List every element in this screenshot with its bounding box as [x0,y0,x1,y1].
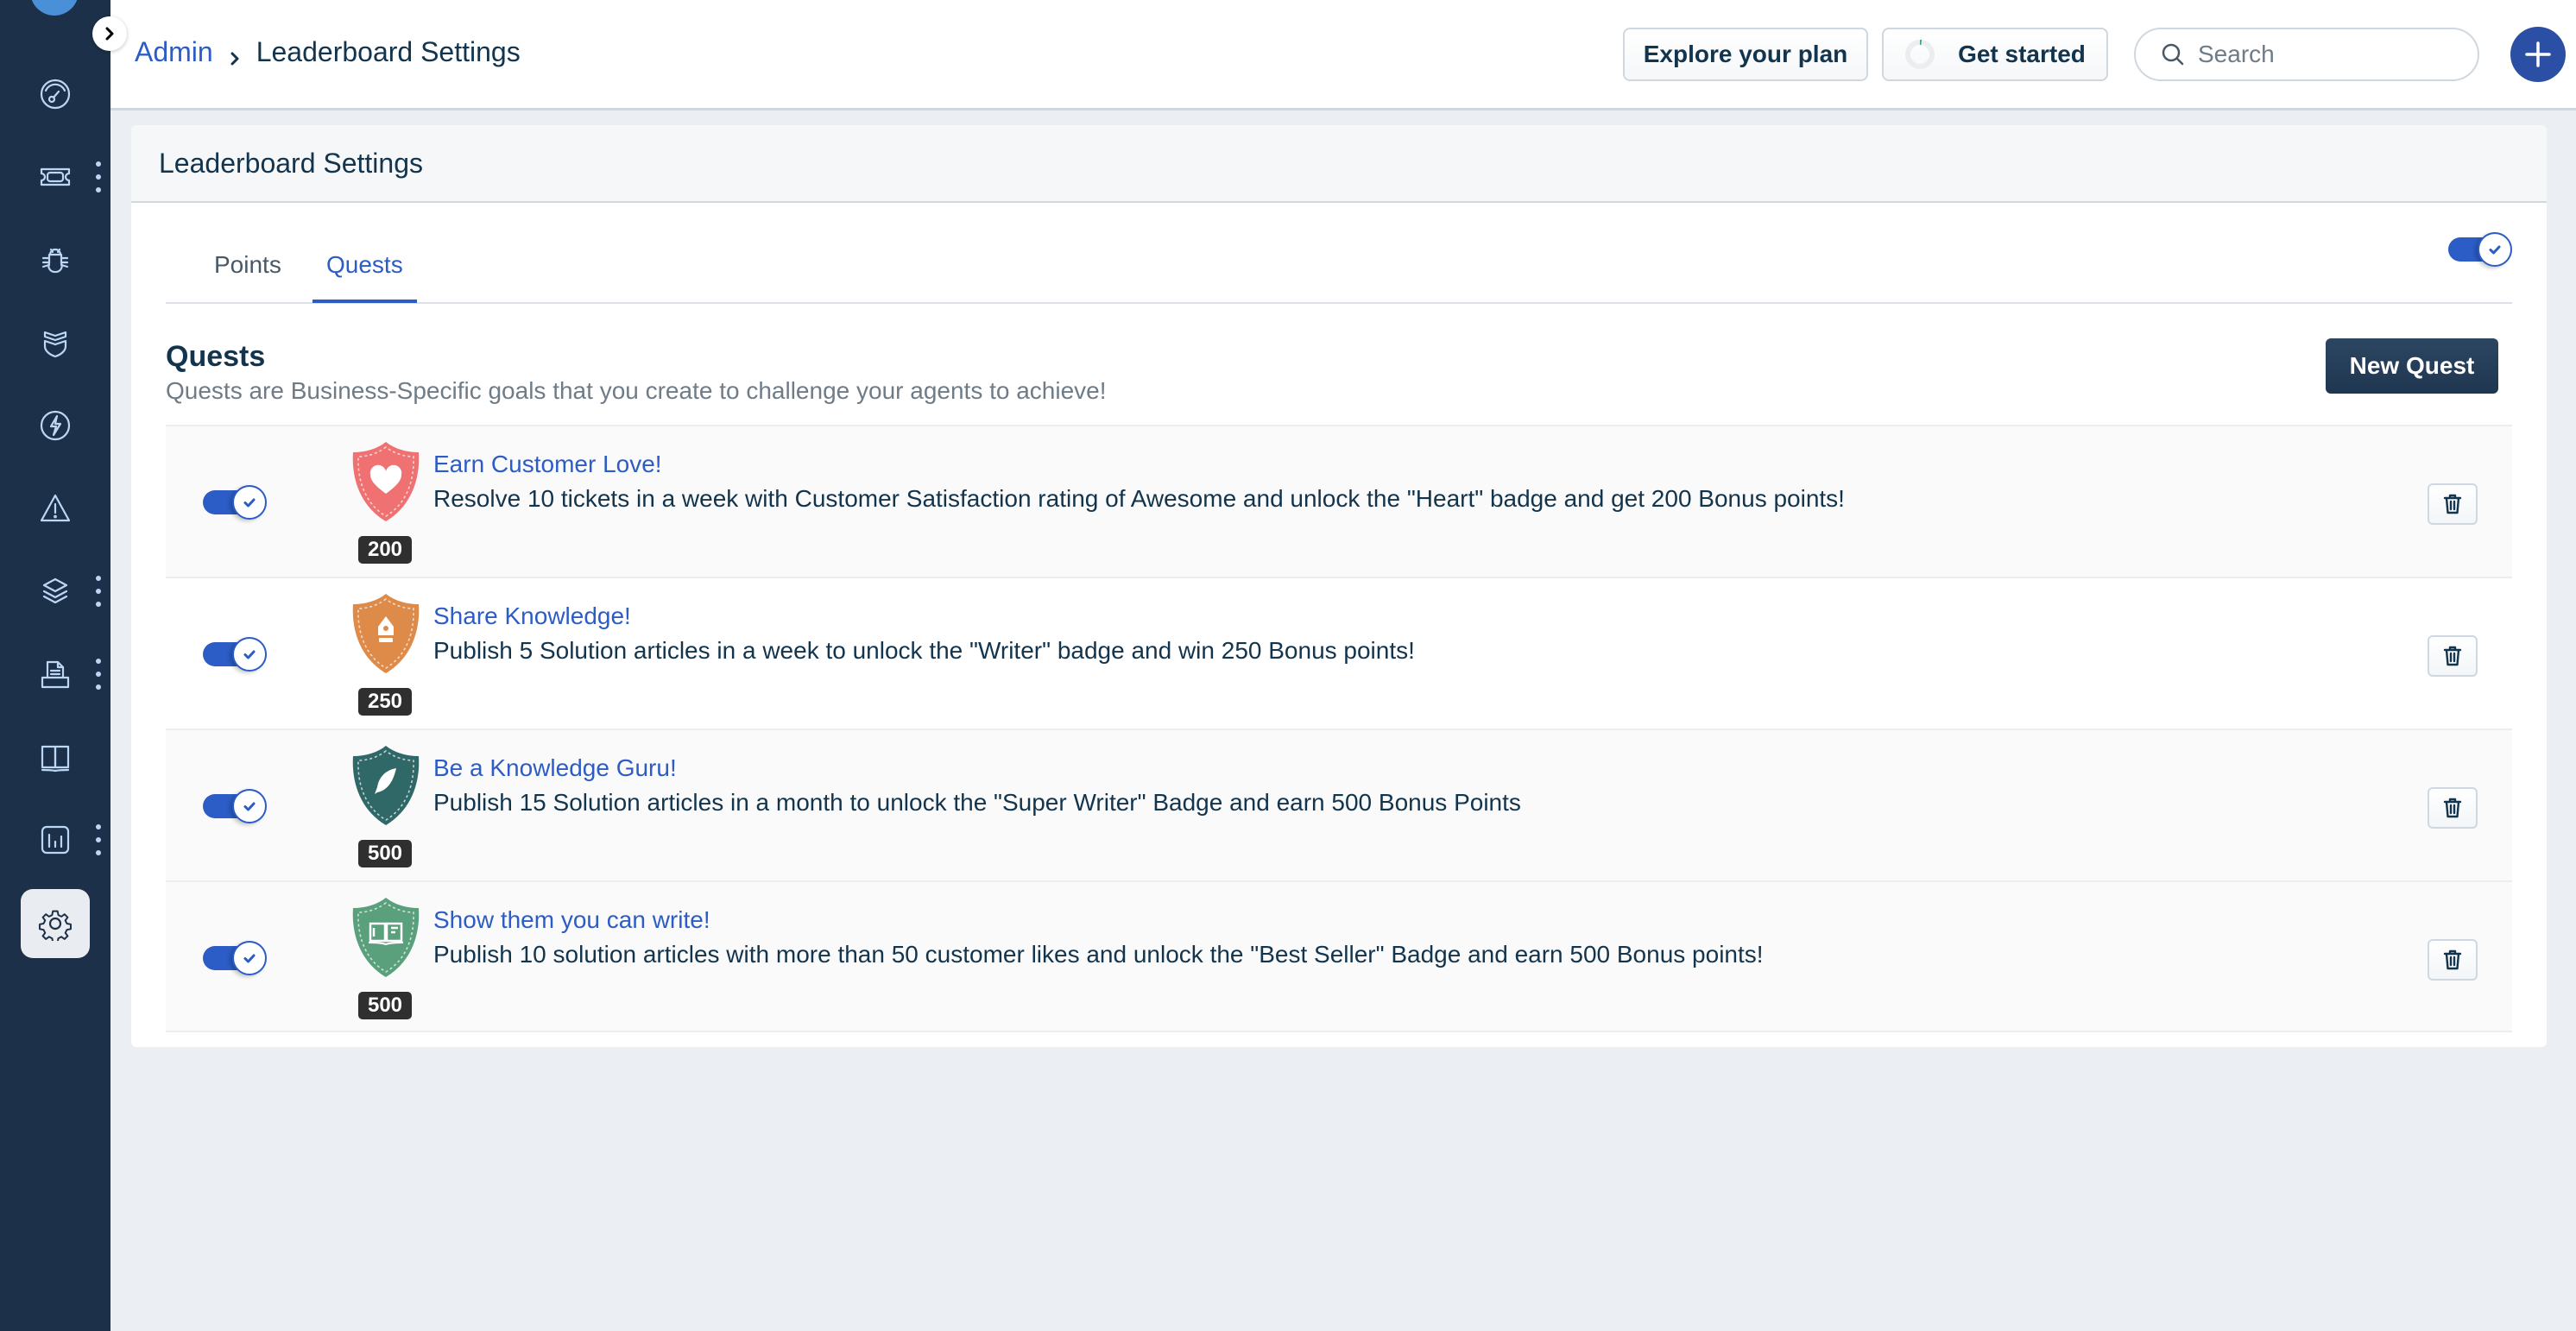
quest-title[interactable]: Show them you can write! [433,906,710,934]
bar-chart-icon [41,825,70,855]
chevron-right-icon [105,27,114,41]
sidebar-item-problems[interactable] [21,225,90,294]
check-icon [243,498,256,508]
quests-description: Quests are Business-Specific goals that … [166,377,1107,404]
tickets-more-button[interactable] [93,161,104,192]
sidebar-item-analytics[interactable] [21,805,90,874]
plus-icon [2525,41,2551,67]
quest-title[interactable]: Share Knowledge! [433,602,631,630]
warning-icon [40,494,71,522]
delete-quest-button[interactable] [2428,483,2478,525]
assets-more-button[interactable] [93,576,104,607]
quest-row: 500 Be a Knowledge Guru! Publish 15 Solu… [166,729,2512,880]
breadcrumb: Admin Leaderboard Settings [135,36,521,68]
tab-quests[interactable]: Quests [313,251,417,303]
document-tray-icon [41,660,70,689]
explore-plan-label: Explore your plan [1643,41,1848,67]
points-badge: 500 [358,992,412,1019]
delete-quest-button[interactable] [2428,787,2478,829]
user-avatar[interactable] [30,0,79,16]
explore-plan-button[interactable]: Explore your plan [1623,28,1868,81]
points-badge: 500 [358,840,412,867]
heart-badge-icon [352,442,420,521]
sidebar-item-changes[interactable] [21,308,90,377]
expand-sidebar-button[interactable] [92,16,127,51]
breadcrumb-admin-link[interactable]: Admin [135,36,213,68]
quest-row: 200 Earn Customer Love! Resolve 10 ticke… [166,425,2512,577]
leaderboard-settings-card: Leaderboard Settings Points Quests Quest… [131,125,2547,1047]
quest-title[interactable]: Earn Customer Love! [433,451,662,478]
chevron-right-icon [225,43,244,65]
check-icon [243,650,256,659]
leaderboard-enable-toggle[interactable] [2448,232,2512,267]
sidebar-item-tickets[interactable] [21,142,90,211]
points-badge: 200 [358,536,412,564]
quest-enable-toggle[interactable] [203,789,267,823]
top-header: Admin Leaderboard Settings Explore your … [110,0,2576,110]
new-quest-button[interactable]: New Quest [2326,338,2498,394]
trash-icon [2443,949,2462,970]
book-icon [41,745,70,773]
quest-row: 500 Show them you can write! Publish 10 … [166,880,2512,1032]
check-icon [243,802,256,811]
quest-enable-toggle[interactable] [203,485,267,520]
quest-list: 200 Earn Customer Love! Resolve 10 ticke… [166,425,2512,1032]
check-icon [243,954,256,963]
tab-points[interactable]: Points [214,251,281,301]
inbox-more-button[interactable] [93,659,104,690]
quest-row: 250 Share Knowledge! Publish 5 Solution … [166,577,2512,729]
quest-description: Publish 10 solution articles with more t… [433,941,1764,968]
get-started-label: Get started [1958,41,2086,67]
sidebar-item-solutions[interactable] [21,722,90,792]
quest-description: Publish 5 Solution articles in a week to… [433,637,1415,664]
gauge-icon [40,79,71,110]
quest-enable-toggle[interactable] [203,637,267,672]
search-box[interactable] [2134,28,2479,81]
search-icon [2162,43,2184,66]
sidebar-item-alerts[interactable] [21,474,90,543]
trash-icon [2443,798,2462,818]
quest-description: Publish 15 Solution articles in a month … [433,789,1521,816]
delete-quest-button[interactable] [2428,939,2478,981]
quest-title[interactable]: Be a Knowledge Guru! [433,754,677,782]
bolt-icon [40,410,71,441]
sidebar-item-releases[interactable] [21,391,90,460]
sidebar-item-assets[interactable] [21,557,90,626]
ticket-icon [40,167,71,186]
bug-icon [41,248,69,274]
get-started-button[interactable]: Get started [1882,28,2108,81]
sidebar-item-inbox[interactable] [21,640,90,709]
gear-icon [38,910,72,941]
sidebar-item-admin[interactable] [21,889,90,958]
breadcrumb-current: Leaderboard Settings [256,36,521,67]
points-badge: 250 [358,688,412,716]
quests-heading: Quests [166,340,266,373]
tab-bar: Points Quests [166,203,2512,304]
open-book-badge-icon [352,898,420,977]
trash-icon [2443,646,2462,666]
trash-icon [2443,494,2462,514]
search-input[interactable] [2198,41,2457,68]
feather-badge-icon [352,746,420,825]
pen-nib-badge-icon [352,594,420,673]
sidebar-item-dashboard[interactable] [21,60,90,129]
quest-enable-toggle[interactable] [203,941,267,975]
quest-description: Resolve 10 tickets in a week with Custom… [433,485,1845,512]
analytics-more-button[interactable] [93,824,104,855]
progress-ring-icon [1905,40,1935,69]
sidebar [0,0,110,1331]
shield-chevron-icon [43,331,67,358]
create-new-button[interactable] [2510,27,2566,82]
check-icon [2489,245,2501,255]
delete-quest-button[interactable] [2428,635,2478,677]
layers-icon [42,577,68,604]
card-title: Leaderboard Settings [131,125,2547,203]
